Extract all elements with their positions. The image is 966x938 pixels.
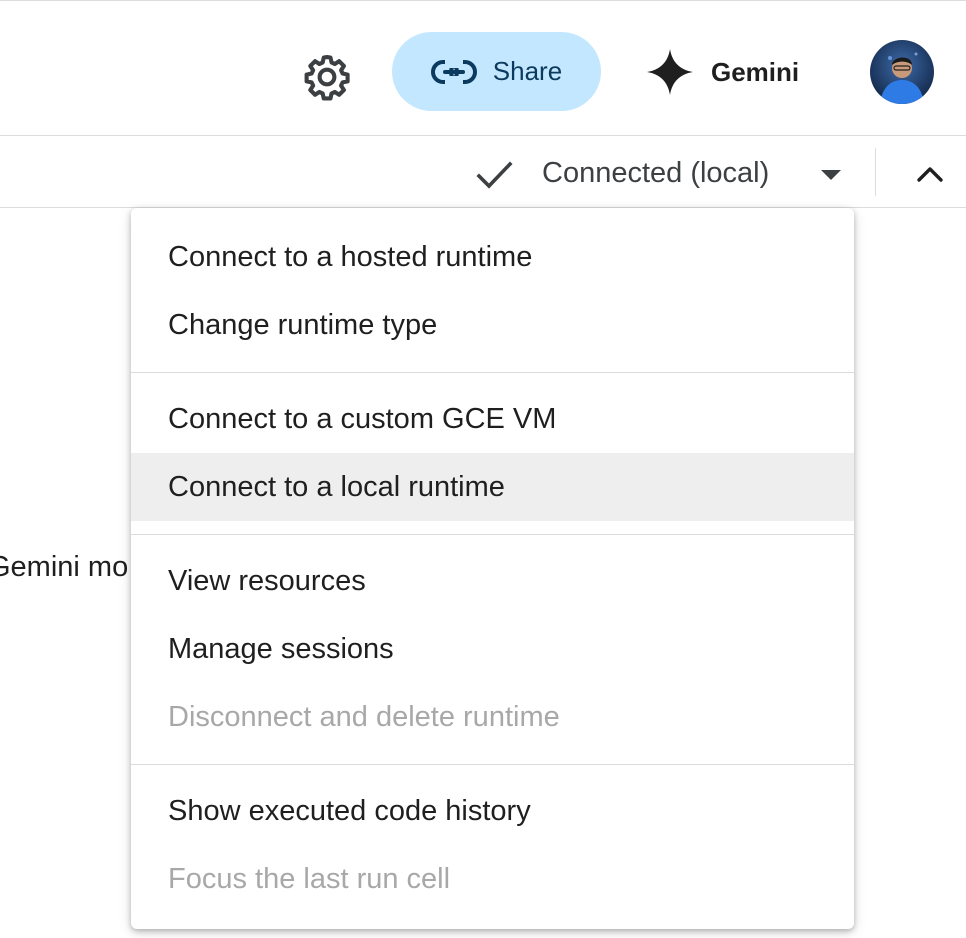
menu-item-focus-last-run-cell: Focus the last run cell xyxy=(168,862,451,895)
menu-item-connect-custom-gce-vm[interactable]: Connect to a custom GCE VM xyxy=(131,385,854,453)
runtime-status-text[interactable]: Connected (local) xyxy=(542,155,769,191)
menu-item-change-runtime-type[interactable]: Change runtime type xyxy=(131,291,854,359)
gear-icon[interactable] xyxy=(301,51,353,103)
share-button[interactable]: Share xyxy=(392,32,601,111)
chevron-up-icon[interactable] xyxy=(910,156,950,192)
check-icon xyxy=(474,155,514,195)
sparkle-icon xyxy=(645,47,695,97)
menu-item-connect-hosted-runtime[interactable]: Connect to a hosted runtime xyxy=(131,223,854,291)
menu-divider xyxy=(131,764,854,765)
runtime-dropdown-menu: Connect to a hosted runtime Change runti… xyxy=(131,208,854,929)
menu-item-connect-local-runtime[interactable]: Connect to a local runtime xyxy=(131,453,854,521)
background-text: Gemini mo xyxy=(0,551,129,583)
caret-down-icon[interactable] xyxy=(816,162,846,186)
menu-item-manage-sessions[interactable]: Manage sessions xyxy=(131,615,854,683)
avatar[interactable] xyxy=(870,40,934,104)
menu-divider xyxy=(131,372,854,373)
menu-item-show-executed-code-history[interactable]: Show executed code history xyxy=(131,777,854,845)
link-icon xyxy=(430,58,477,85)
gemini-button[interactable]: Gemini xyxy=(645,43,799,101)
runtime-status-bar: Connected (local) xyxy=(0,136,966,208)
menu-item-disconnect-delete-runtime: Disconnect and delete runtime xyxy=(168,700,560,733)
menu-divider xyxy=(131,534,854,535)
toolbar-divider xyxy=(875,148,876,196)
menu-item-view-resources[interactable]: View resources xyxy=(131,547,854,615)
gemini-button-label: Gemini xyxy=(711,56,800,87)
share-button-label: Share xyxy=(492,56,563,86)
header-toolbar: Share Gemini xyxy=(0,0,966,136)
